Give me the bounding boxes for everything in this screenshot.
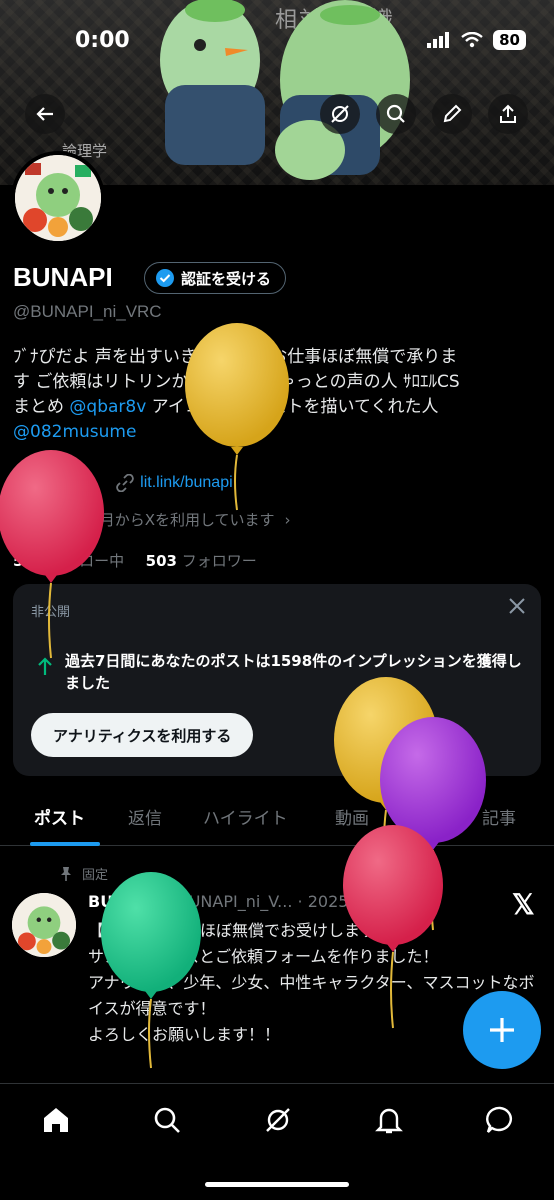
- profile-website-link[interactable]: lit.link/bunapi: [140, 474, 233, 492]
- followers-link[interactable]: 503 フォロワー: [146, 552, 257, 570]
- signal-icon: [427, 32, 450, 48]
- trend-up-arrow-icon: [38, 657, 52, 675]
- bio-text: まとめ: [13, 397, 70, 417]
- nav-home[interactable]: [36, 1100, 76, 1140]
- get-verified-label: 認証を受ける: [181, 269, 272, 288]
- tab-videos[interactable]: 動画: [335, 804, 369, 829]
- post-author-avatar[interactable]: [12, 893, 76, 957]
- pinned-label: 固定: [82, 868, 109, 883]
- nav-messages[interactable]: [480, 1100, 520, 1140]
- profile-name: BUNAPI: [13, 262, 113, 292]
- profile-bio: ﾌﾞﾅぴだよ 声を出すいきもの 声のお仕事ほぼ無償で承りま す ご依頼はリトリン…: [13, 345, 543, 445]
- avatar-illustration: [12, 893, 76, 957]
- share-icon: [500, 104, 516, 123]
- tab-highlights[interactable]: ハイライト: [203, 804, 288, 829]
- post-author-handle: @BUNAPI_ni_V...: [161, 892, 293, 911]
- profile-location: ぶちゃ: [37, 474, 83, 492]
- followers-count: 503: [145, 552, 177, 570]
- nav-search[interactable]: [147, 1100, 187, 1140]
- link-icon: [116, 473, 134, 492]
- profile-joined-row: 2024年6月からXを利用しています ›: [13, 509, 291, 530]
- arrow-left-icon: [36, 107, 53, 121]
- profile-handle: @BUNAPI_ni_VRC: [13, 302, 162, 321]
- get-verified-button[interactable]: 認証を受ける: [144, 262, 287, 294]
- profile-avatar[interactable]: [11, 151, 105, 245]
- following-link[interactable]: 506 フォロー中: [13, 552, 124, 570]
- tab-replies[interactable]: 返信: [128, 804, 162, 829]
- x-logo-icon: 𝕏: [512, 890, 535, 921]
- post-author-name[interactable]: BUNAPI: [88, 892, 157, 911]
- grok-button[interactable]: [320, 94, 360, 134]
- verified-badge-icon: [156, 269, 174, 287]
- tab-articles[interactable]: 記事: [482, 804, 516, 829]
- back-button[interactable]: [25, 94, 65, 134]
- pinned-indicator: 固定: [60, 864, 108, 883]
- grok-icon: [266, 1108, 290, 1132]
- battery-indicator: 80: [493, 30, 526, 50]
- bio-line: まとめ @qbar8v アイコンのイラストを描いてくれた人: [13, 395, 543, 420]
- grok-icon: [331, 105, 349, 123]
- wifi-icon: [461, 32, 483, 48]
- status-time: 0:00: [75, 28, 130, 53]
- bio-mention-link[interactable]: @082musume: [13, 422, 136, 442]
- close-icon: [509, 598, 525, 614]
- post-date: · 2025/09/22: [297, 892, 400, 911]
- following-count: 506: [13, 552, 45, 570]
- post-header: BUNAPI @BUNAPI_ni_V... · 2025/09/22: [88, 892, 400, 911]
- search-icon: [154, 1107, 180, 1133]
- nav-grok[interactable]: [258, 1100, 298, 1140]
- active-tab-indicator: [30, 842, 100, 846]
- bio-mention-link[interactable]: @qbar8v: [69, 397, 146, 417]
- calendar-icon: [14, 511, 30, 528]
- analytics-message: 過去7日間にあなたのポストは1598件のインプレッションを獲得しました: [65, 652, 522, 692]
- plus-icon: [490, 1018, 514, 1042]
- pencil-icon: [443, 104, 462, 123]
- share-button[interactable]: [488, 94, 528, 134]
- home-icon: [44, 1108, 68, 1132]
- bio-line: す ご依頼はリトリンから いじょきゃっとの声の人 ｻﾛｴﾙCS: [13, 372, 460, 392]
- search-icon: [386, 104, 405, 123]
- tab-media[interactable]: 画像: [410, 804, 444, 829]
- profile-meta-row: ぶちゃ lit.link/bunapi: [13, 472, 233, 493]
- tab-posts[interactable]: ポスト: [34, 804, 85, 829]
- compose-post-button[interactable]: [463, 991, 541, 1069]
- bio-text: アイコンのイラストを描いてくれた人: [146, 397, 439, 417]
- analytics-card: 非公開 過去7日間にあなたのポストは1598件のインプレッションを獲得しました …: [13, 584, 541, 776]
- edit-button[interactable]: [432, 94, 472, 134]
- location-pin-icon: [15, 473, 29, 492]
- chevron-right-icon[interactable]: ›: [285, 511, 291, 529]
- search-button[interactable]: [376, 94, 416, 134]
- bell-icon: [375, 1108, 403, 1134]
- close-card-button[interactable]: [507, 596, 527, 620]
- following-label: フォロー中: [49, 552, 125, 570]
- avatar-illustration: [15, 155, 101, 241]
- use-analytics-button[interactable]: アナリティクスを利用する: [31, 713, 254, 757]
- bio-line: ﾌﾞﾅぴだよ 声を出すいきもの 声のお仕事ほぼ無償で承りま: [13, 347, 458, 367]
- profile-joined-date: 2024年6月からXを利用しています: [37, 511, 275, 529]
- private-label: 非公開: [31, 605, 71, 620]
- status-icons: 80: [427, 30, 526, 50]
- bio-line: @082musume: [13, 420, 543, 445]
- chat-bubble-icon: [486, 1106, 512, 1133]
- follow-stats: 506 フォロー中 503 フォロワー: [13, 550, 257, 571]
- nav-notifications[interactable]: [369, 1100, 409, 1140]
- profile-tabs: ポスト 返信 ハイライト 動画 画像 記事: [0, 790, 554, 846]
- home-indicator: [205, 1182, 349, 1187]
- pin-icon: [61, 866, 71, 881]
- followers-label: フォロワー: [181, 552, 257, 570]
